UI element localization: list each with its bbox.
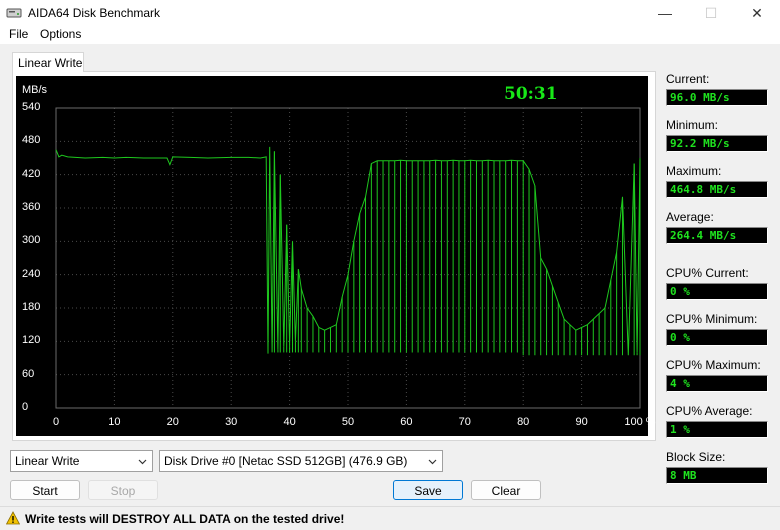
drive-select[interactable]: Disk Drive #0 [Netac SSD 512GB] (476.9 G… bbox=[159, 450, 443, 472]
stat-label: CPU% Average: bbox=[666, 404, 753, 418]
test-type-select[interactable]: Linear Write bbox=[10, 450, 153, 472]
x-tick-label: 60 bbox=[400, 416, 413, 428]
stat-label: CPU% Minimum: bbox=[666, 312, 758, 326]
x-tick-label: 70 bbox=[458, 416, 471, 428]
chevron-down-icon bbox=[138, 459, 147, 465]
maximize-icon: ☐ bbox=[704, 4, 718, 21]
stat-value: 0 % bbox=[666, 329, 768, 346]
x-tick-label: 80 bbox=[517, 416, 530, 428]
y-tick-label: 300 bbox=[22, 234, 41, 247]
y-tick-label: 240 bbox=[22, 267, 41, 280]
stat-label: Block Size: bbox=[666, 450, 726, 464]
stat-value: 8 MB bbox=[666, 467, 768, 484]
x-tick-label: 40 bbox=[283, 416, 296, 428]
x-tick-label: 30 bbox=[225, 416, 238, 428]
menu-bar: File Options bbox=[0, 26, 780, 44]
x-tick-label: 10 bbox=[108, 416, 121, 428]
title-bar: AIDA64 Disk Benchmark — ☐ ✕ bbox=[0, 0, 780, 26]
window-title: AIDA64 Disk Benchmark bbox=[28, 6, 161, 20]
y-tick-label: 420 bbox=[22, 167, 41, 180]
chart-canvas bbox=[55, 107, 641, 409]
status-warning-text: Write tests will DESTROY ALL DATA on the… bbox=[25, 512, 345, 526]
tab-linear-write[interactable]: Linear Write bbox=[12, 52, 84, 72]
stat-value: 1 % bbox=[666, 421, 768, 438]
minimize-icon: — bbox=[658, 5, 672, 21]
stat-value: 0 % bbox=[666, 283, 768, 300]
y-tick-label: 180 bbox=[22, 301, 41, 313]
stat-value: 464.8 MB/s bbox=[666, 181, 768, 198]
y-tick-label: 120 bbox=[22, 334, 41, 347]
menu-options[interactable]: Options bbox=[40, 27, 81, 41]
minimize-button[interactable]: — bbox=[642, 0, 688, 26]
stat-label: Average: bbox=[666, 210, 714, 224]
menu-file[interactable]: File bbox=[9, 27, 28, 41]
stat-value: 4 % bbox=[666, 375, 768, 392]
maximize-button: ☐ bbox=[688, 0, 734, 26]
elapsed-time: 50:31 bbox=[504, 84, 558, 104]
y-tick-label: 480 bbox=[22, 134, 41, 147]
stat-label: Minimum: bbox=[666, 118, 719, 132]
chevron-down-icon bbox=[428, 459, 437, 465]
clear-button[interactable]: Clear bbox=[471, 480, 541, 500]
y-tick-label: 60 bbox=[22, 367, 35, 380]
x-tick-label: 90 bbox=[575, 416, 588, 428]
stat-label: CPU% Maximum: bbox=[666, 358, 761, 372]
stat-value: 96.0 MB/s bbox=[666, 89, 768, 106]
status-bar: Write tests will DESTROY ALL DATA on the… bbox=[0, 506, 780, 530]
stat-value: 264.4 MB/s bbox=[666, 227, 768, 244]
chart-units-label: MB/s bbox=[22, 84, 48, 96]
close-button[interactable]: ✕ bbox=[734, 0, 780, 26]
stop-button: Stop bbox=[88, 480, 158, 500]
stat-label: Maximum: bbox=[666, 164, 722, 178]
stat-label: Current: bbox=[666, 72, 710, 86]
benchmark-chart: MB/s 50:31 540 480 420 360 300 240 180 120 60 0 0… bbox=[16, 76, 656, 436]
x-tick-label: 20 bbox=[166, 416, 179, 428]
x-tick-label: 50 bbox=[341, 416, 355, 428]
y-tick-label: 360 bbox=[22, 201, 41, 213]
y-tick-label: 540 bbox=[22, 101, 41, 113]
y-tick-label: 0 bbox=[22, 401, 29, 413]
warning-icon bbox=[6, 511, 20, 525]
start-button[interactable]: Start bbox=[10, 480, 80, 500]
close-icon: ✕ bbox=[751, 4, 763, 21]
x-tick-label: 100 % bbox=[624, 416, 656, 428]
stat-label: CPU% Current: bbox=[666, 266, 749, 280]
test-type-value: Linear Write bbox=[15, 454, 80, 468]
stat-value: 92.2 MB/s bbox=[666, 135, 768, 152]
save-button[interactable]: Save bbox=[393, 480, 463, 500]
disk-app-icon bbox=[6, 8, 22, 18]
drive-value: Disk Drive #0 [Netac SSD 512GB] (476.9 G… bbox=[164, 454, 408, 468]
x-tick-label: 0 bbox=[52, 416, 60, 428]
